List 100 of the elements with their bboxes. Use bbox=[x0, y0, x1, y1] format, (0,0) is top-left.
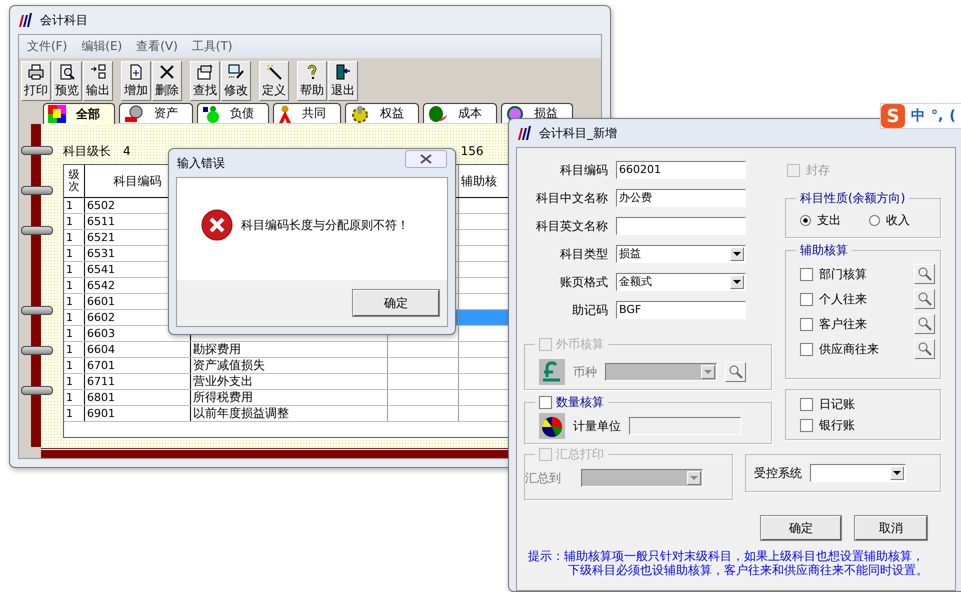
gear-icon bbox=[350, 104, 370, 122]
search-icon bbox=[918, 317, 932, 331]
printer-icon bbox=[28, 64, 44, 80]
close-button[interactable] bbox=[405, 150, 447, 168]
count-value: 156 bbox=[460, 144, 484, 158]
tab[interactable]: 成本 bbox=[423, 103, 497, 123]
menu-item[interactable]: 工具(T) bbox=[190, 37, 234, 56]
ime-punctuation[interactable]: °, bbox=[931, 108, 944, 124]
radio-button[interactable] bbox=[800, 215, 811, 226]
table-cell: 勘探费用 bbox=[191, 342, 388, 357]
binder-ring bbox=[21, 186, 53, 195]
table-cell: 1 bbox=[64, 406, 85, 421]
checkbox-label: 银行账 bbox=[819, 417, 855, 434]
toolbar-button[interactable]: 定义 bbox=[259, 61, 289, 101]
text-field[interactable] bbox=[616, 217, 746, 235]
tab[interactable]: 负债 bbox=[197, 103, 269, 123]
group-title: 科目性质(余额方向) bbox=[800, 190, 906, 207]
search-button[interactable] bbox=[914, 264, 935, 284]
toolbar-button[interactable]: 输出 bbox=[83, 61, 113, 101]
table-cell: 1 bbox=[64, 294, 85, 309]
group-title: 汇总打印 bbox=[556, 446, 604, 463]
checkbox[interactable] bbox=[800, 268, 813, 280]
menu-item[interactable]: 查看(V) bbox=[134, 37, 180, 56]
dialog-button[interactable]: 确定 bbox=[761, 516, 841, 540]
text-field[interactable]: 660201 bbox=[616, 161, 746, 179]
checkbox-label: 日记账 bbox=[819, 396, 855, 413]
toolbar-button[interactable]: 删除 bbox=[152, 61, 182, 101]
text-field[interactable] bbox=[629, 417, 741, 435]
checkbox-label: 部门核算 bbox=[819, 266, 868, 282]
binder-ring bbox=[21, 346, 53, 355]
toolbar-button[interactable]: 修改 bbox=[221, 61, 251, 101]
search-button[interactable] bbox=[914, 289, 935, 309]
search-button[interactable] bbox=[914, 314, 935, 334]
checkbox[interactable] bbox=[800, 292, 813, 306]
table-cell: 营业外支出 bbox=[191, 374, 388, 389]
door-icon bbox=[335, 64, 351, 80]
toolbar-button[interactable]: 预览 bbox=[52, 61, 82, 101]
toolbar-button[interactable]: 增加 bbox=[121, 61, 151, 101]
table-cell: 1 bbox=[64, 230, 85, 245]
ime-logo[interactable]: S bbox=[881, 104, 905, 128]
menu-item[interactable]: 编辑(E) bbox=[79, 37, 124, 56]
field-label: 账页格式 bbox=[559, 274, 608, 290]
dropdown[interactable] bbox=[605, 363, 717, 381]
dropdown[interactable] bbox=[810, 464, 906, 482]
caret-icon bbox=[690, 476, 698, 480]
checkbox[interactable] bbox=[800, 342, 813, 356]
magic-wand-icon bbox=[266, 64, 282, 80]
text-field[interactable]: 办公费 bbox=[616, 189, 746, 207]
tab[interactable]: 全部 bbox=[43, 103, 115, 124]
pencil-icon bbox=[228, 64, 244, 80]
table-cell: 资产减值损失 bbox=[191, 358, 388, 373]
ime-mode[interactable]: 中 bbox=[911, 107, 925, 125]
tab[interactable]: 共同 bbox=[273, 103, 341, 123]
binder-ring bbox=[21, 146, 53, 155]
caret-icon bbox=[733, 252, 741, 256]
window-title: 会计科目 bbox=[40, 12, 88, 28]
books-icon bbox=[18, 12, 34, 28]
error-icon bbox=[201, 209, 233, 241]
caret-icon bbox=[704, 370, 712, 374]
toolbar-button[interactable]: 打印 bbox=[21, 61, 51, 101]
text-field[interactable]: BGF bbox=[616, 301, 746, 319]
export-icon bbox=[90, 64, 106, 80]
toolbar-button[interactable]: 退出 bbox=[328, 61, 358, 101]
search-button[interactable] bbox=[914, 339, 935, 359]
toolbar-button[interactable]: 查找 bbox=[190, 61, 220, 101]
books-icon bbox=[517, 125, 533, 141]
table-cell: 所得税费用 bbox=[191, 390, 388, 405]
tab[interactable]: 权益 bbox=[345, 103, 419, 123]
ribbon-icon bbox=[278, 104, 292, 122]
checkbox-label: 客户往来 bbox=[819, 316, 868, 332]
table-cell: 1 bbox=[64, 278, 85, 293]
dropdown[interactable]: 损益 bbox=[616, 245, 746, 263]
ok-button[interactable]: 确定 bbox=[353, 290, 439, 316]
checkbox-label: 封存 bbox=[806, 162, 830, 178]
toolbar-button[interactable]: 帮助 bbox=[297, 61, 327, 101]
search-button[interactable] bbox=[725, 362, 746, 382]
table-cell: 1 bbox=[64, 326, 85, 341]
dialog-title: 会计科目_新增 bbox=[539, 124, 617, 142]
menu-item[interactable]: 文件(F) bbox=[25, 37, 70, 56]
binder-ring bbox=[21, 306, 53, 315]
dialog-button[interactable]: 取消 bbox=[855, 516, 927, 540]
checkbox[interactable] bbox=[800, 398, 813, 411]
table-cell: 1 bbox=[64, 390, 85, 405]
error-message: 科目编码长度与分配原则不符！ bbox=[241, 216, 409, 234]
pie-chart-icon bbox=[539, 413, 565, 439]
radio-button[interactable] bbox=[869, 215, 880, 226]
checkbox[interactable] bbox=[539, 396, 552, 409]
table-cell: 6711 bbox=[85, 374, 191, 389]
table-cell: 1 bbox=[64, 246, 85, 261]
checkbox[interactable] bbox=[800, 419, 813, 432]
field-label: 科目英文名称 bbox=[535, 218, 608, 234]
tab[interactable]: 资产 bbox=[119, 103, 193, 123]
checkbox[interactable] bbox=[800, 318, 813, 330]
color-blocks-icon bbox=[48, 105, 66, 123]
checkbox-label: 个人往来 bbox=[819, 290, 868, 308]
ime-symbol[interactable]: ( bbox=[949, 108, 956, 124]
dropdown[interactable] bbox=[581, 469, 703, 487]
dropdown[interactable]: 金额式 bbox=[616, 273, 746, 291]
group-title: 辅助核算 bbox=[800, 242, 848, 259]
binder-ring bbox=[21, 226, 53, 235]
